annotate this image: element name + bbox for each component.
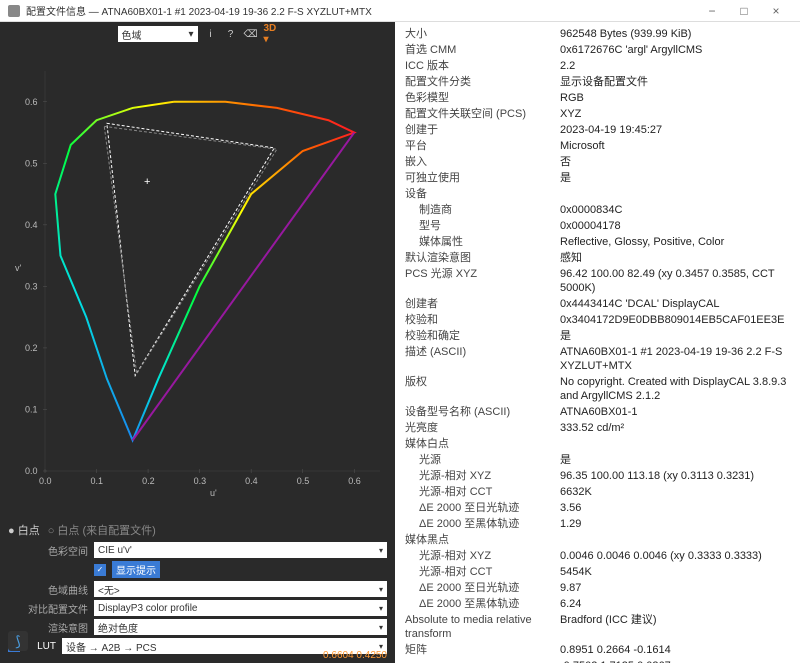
colorspace-select[interactable]: CIE u'v' xyxy=(94,542,387,558)
svg-text:0.2: 0.2 xyxy=(25,343,38,353)
compare-select[interactable]: DisplayP3 color profile xyxy=(94,600,387,616)
svg-text:u': u' xyxy=(210,488,217,498)
info-row: ICC 版本2.2 xyxy=(395,58,800,74)
close-button[interactable]: × xyxy=(760,4,792,18)
info-row: 矩阵0.8951 0.2664 -0.1614 xyxy=(395,642,800,658)
info-row: 色彩模型RGB xyxy=(395,90,800,106)
chromaticity-diagram[interactable]: 0.0 0.1 0.2 0.3 0.4 0.5 0.6 0.0 0.1 0.2 0.3 0.4 0.5 0… xyxy=(0,46,395,516)
info-row: ΔE 2000 至日光轨迹9.87 xyxy=(395,580,800,596)
info-row: 嵌入否 xyxy=(395,154,800,170)
info-row: 设备型号名称 (ASCII)ATNA60BX01-1 xyxy=(395,404,800,420)
svg-text:v': v' xyxy=(15,263,22,273)
info-row: 校验和0x3404172D9E0DBB809014EB5CAF01EE3E xyxy=(395,312,800,328)
svg-text:0.0: 0.0 xyxy=(25,466,38,476)
info-row: 光源-相对 CCT5454K xyxy=(395,564,800,580)
colorspace-label: 色彩空间 xyxy=(8,543,88,558)
info-row: 平台Microsoft xyxy=(395,138,800,154)
info-row: 媒体黑点 xyxy=(395,532,800,548)
info-row: 配置文件分类显示设备配置文件 xyxy=(395,74,800,90)
info-row: 光源-相对 XYZ96.35 100.00 113.18 (xy 0.3113 … xyxy=(395,468,800,484)
info-row: 配置文件关联空间 (PCS)XYZ xyxy=(395,106,800,122)
info-row: 光源-相对 CCT6632K xyxy=(395,484,800,500)
chart-toolbar: 色域 i ? ⌫ 3D ▾ xyxy=(0,22,395,46)
info-panel[interactable]: 大小962548 Bytes (939.99 KiB)首选 CMM0x61726… xyxy=(395,22,800,663)
svg-text:0.0: 0.0 xyxy=(39,476,52,486)
svg-text:0.4: 0.4 xyxy=(245,476,258,486)
svg-text:+: + xyxy=(144,176,150,188)
window-title: 配置文件信息 — ATNA60BX01-1 #1 2023-04-19 19-3… xyxy=(26,3,696,18)
info-row: ΔE 2000 至日光轨迹3.56 xyxy=(395,500,800,516)
whitepoint-radio[interactable]: ● 白点 xyxy=(8,522,40,538)
info-icon[interactable]: i xyxy=(204,27,218,41)
app-icon xyxy=(8,5,20,17)
info-row: 光源-相对 XYZ0.0046 0.0046 0.0046 (xy 0.3333… xyxy=(395,548,800,564)
svg-text:0.6: 0.6 xyxy=(25,97,38,107)
svg-text:0.5: 0.5 xyxy=(25,158,38,168)
svg-text:0.4: 0.4 xyxy=(25,220,38,230)
help-icon[interactable]: ? xyxy=(224,27,238,41)
info-row: 描述 (ASCII)ATNA60BX01-1 #1 2023-04-19 19-… xyxy=(395,344,800,374)
minimize-button[interactable]: − xyxy=(696,4,728,18)
info-row: 型号0x00004178 xyxy=(395,218,800,234)
titlebar: 配置文件信息 — ATNA60BX01-1 #1 2023-04-19 19-3… xyxy=(0,0,800,22)
svg-text:0.3: 0.3 xyxy=(25,281,38,291)
svg-text:0.3: 0.3 xyxy=(194,476,207,486)
chart-panel: 色域 i ? ⌫ 3D ▾ 0.00.10.20.30.40.50.60.00.… xyxy=(0,22,395,663)
info-row: 可独立使用是 xyxy=(395,170,800,186)
svg-text:0.2: 0.2 xyxy=(142,476,155,486)
info-row: 设备 xyxy=(395,186,800,202)
svg-text:0.1: 0.1 xyxy=(25,404,38,414)
info-row: ΔE 2000 至黑体轨迹1.29 xyxy=(395,516,800,532)
whitepoint-profile-radio[interactable]: ○ 白点 (来自配置文件) xyxy=(48,522,156,538)
info-row: ΔE 2000 至黑体轨迹6.24 xyxy=(395,596,800,612)
ri-select[interactable]: 绝对色度 xyxy=(94,619,387,635)
compare-label: 对比配置文件 xyxy=(8,601,88,616)
info-row: 版权No copyright. Created with DisplayCAL … xyxy=(395,374,800,404)
info-row: 制造商0x0000834C xyxy=(395,202,800,218)
gamut-curve-select[interactable]: <无> xyxy=(94,581,387,597)
show-hint-check[interactable]: ✓ xyxy=(94,564,106,576)
info-row: Absolute to media relative transformBrad… xyxy=(395,612,800,642)
info-row: 媒体白点 xyxy=(395,436,800,452)
info-row: 首选 CMM0x6172676C 'argl' ArgyllCMS xyxy=(395,42,800,58)
lut-label: LUT xyxy=(26,641,56,652)
three-d-toggle[interactable]: 3D ▾ xyxy=(264,27,278,41)
chart-controls: ● 白点 ○ 白点 (来自配置文件) 色彩空间 CIE u'v' ✓ 显示提示 … xyxy=(0,516,395,663)
svg-text:0.5: 0.5 xyxy=(297,476,310,486)
info-row: 创建者0x4443414C 'DCAL' DisplayCAL xyxy=(395,296,800,312)
info-row: 校验和确定是 xyxy=(395,328,800,344)
info-row: PCS 光源 XYZ96.42 100.00 82.49 (xy 0.3457 … xyxy=(395,266,800,296)
svg-text:0.1: 0.1 xyxy=(91,476,104,486)
info-row: 光亮度333.52 cd/m² xyxy=(395,420,800,436)
clear-icon[interactable]: ⌫ xyxy=(244,27,258,41)
info-row: 大小962548 Bytes (939.99 KiB) xyxy=(395,26,800,42)
info-row: 媒体属性Reflective, Glossy, Positive, Color xyxy=(395,234,800,250)
show-hint-label: 显示提示 xyxy=(112,561,160,578)
info-row: -0.7502 1.7135 0.0367 xyxy=(395,658,800,663)
info-row: 创建于2023-04-19 19:45:27 xyxy=(395,122,800,138)
diagram-mode-select[interactable]: 色域 xyxy=(118,26,198,42)
svg-text:0.6: 0.6 xyxy=(348,476,361,486)
app-watermark: ⟆ xyxy=(8,631,28,651)
info-row: 默认渲染意图感知 xyxy=(395,250,800,266)
cursor-coords: 0.6604 0.4250 xyxy=(323,650,387,661)
maximize-button[interactable]: □ xyxy=(728,4,760,18)
info-row: 光源是 xyxy=(395,452,800,468)
gamut-curve-label: 色域曲线 xyxy=(8,582,88,597)
